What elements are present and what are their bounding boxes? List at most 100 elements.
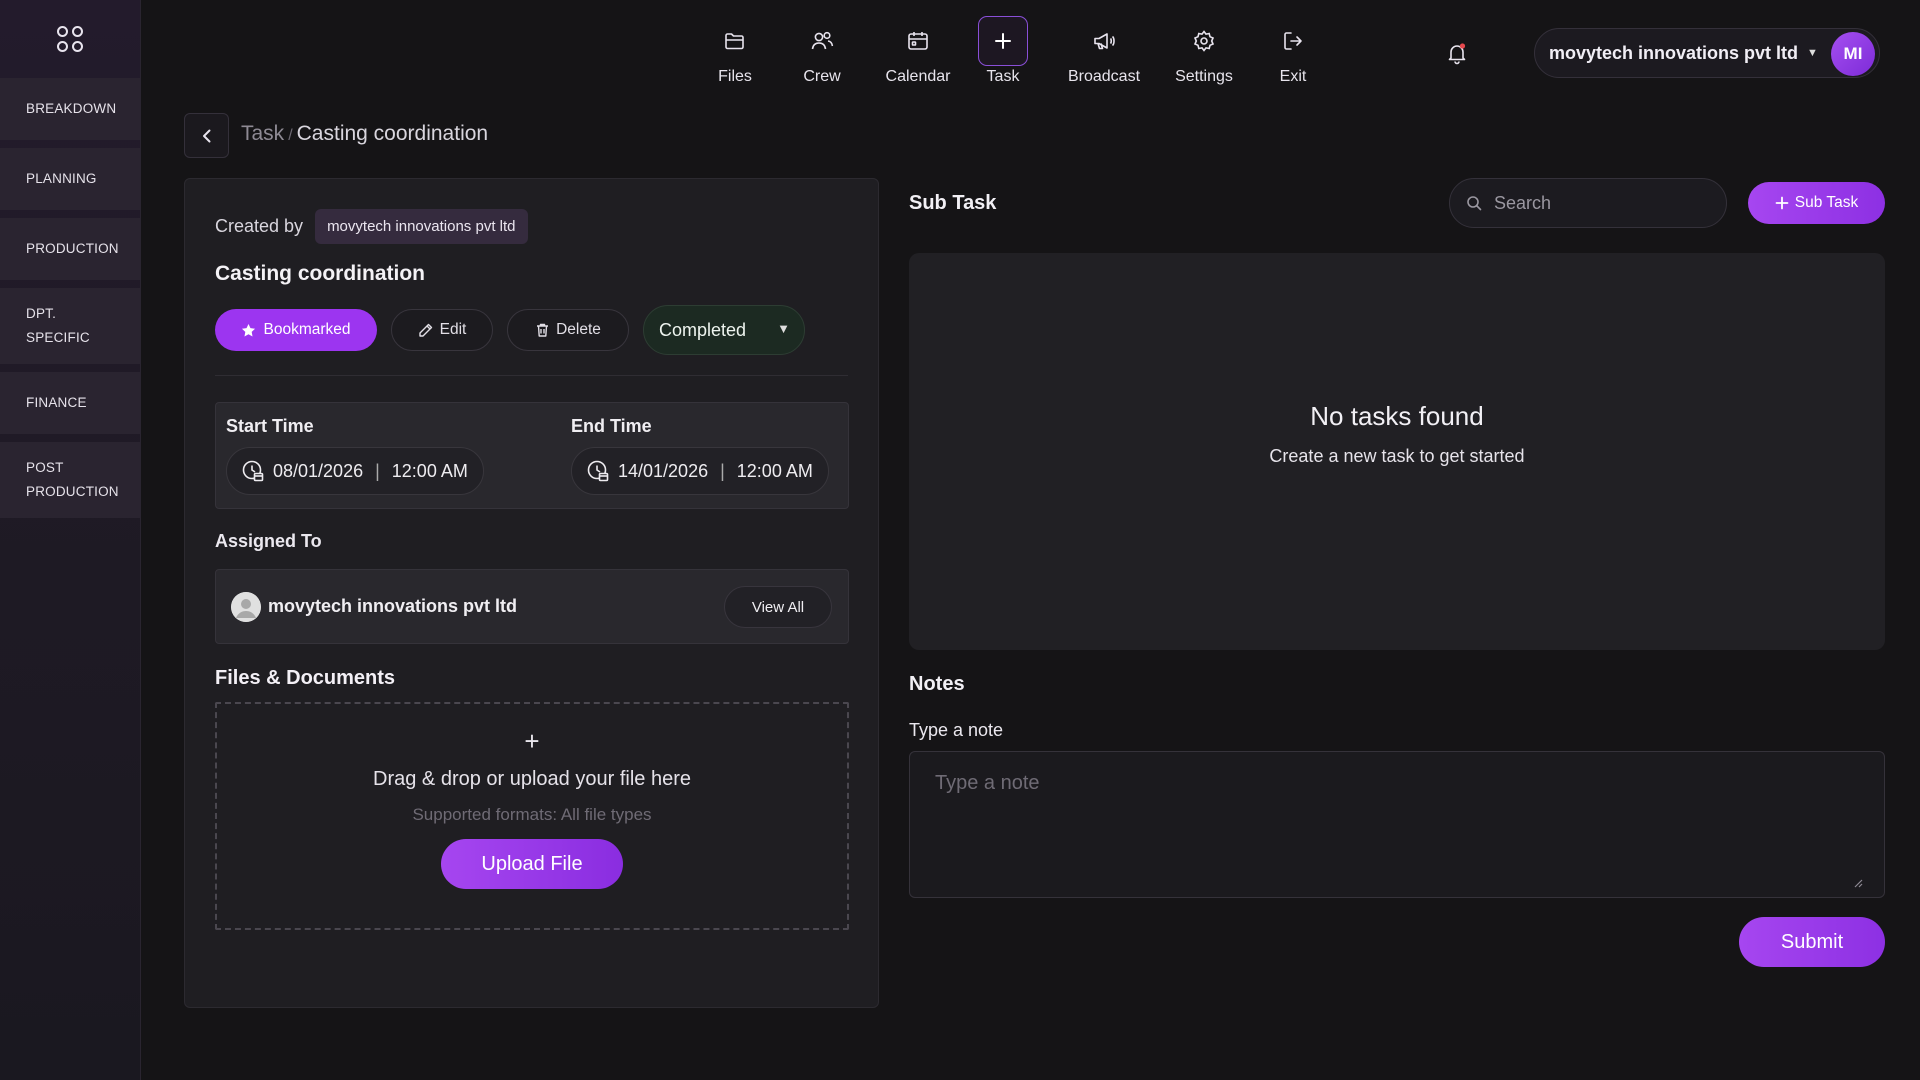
delete-button[interactable]: Delete — [507, 309, 629, 351]
exit-icon — [1268, 16, 1318, 66]
dropzone-subtitle: Supported formats: All file types — [412, 805, 652, 824]
nav-crew[interactable]: Crew — [787, 16, 857, 86]
resize-handle-icon[interactable] — [1851, 876, 1863, 888]
grid-apps-icon[interactable] — [56, 25, 84, 53]
clock-calendar-icon — [241, 459, 273, 483]
nav-label: Task — [986, 68, 1020, 85]
breadcrumb-separator: / — [288, 127, 293, 144]
gear-icon — [1179, 16, 1229, 66]
nav-files[interactable]: Files — [700, 16, 770, 86]
files-documents-label: Files & Documents — [215, 667, 396, 689]
dropzone-title: Drag & drop or upload your file here — [373, 768, 691, 790]
chevron-left-icon — [199, 128, 215, 144]
upload-file-button[interactable]: Upload File — [441, 839, 623, 889]
delete-label: Delete — [556, 321, 601, 338]
assignee-box: movytech innovations pvt ltd View All — [215, 569, 849, 644]
edit-label: Edit — [439, 321, 467, 338]
empty-state-title: No tasks found — [1310, 401, 1484, 431]
creator-chip: movytech innovations pvt ltd — [315, 209, 528, 244]
nav-settings[interactable]: Settings — [1169, 16, 1239, 86]
add-subtask-button[interactable]: Sub Task — [1748, 182, 1885, 224]
submit-button[interactable]: Submit — [1739, 917, 1885, 967]
nav-broadcast[interactable]: Broadcast — [1064, 16, 1144, 86]
crew-icon — [797, 16, 847, 66]
sidebar-item-post-production[interactable]: POST PRODUCTION — [0, 442, 140, 518]
sidebar-item-label: FINANCE — [26, 394, 87, 410]
end-time-label: End Time — [571, 416, 652, 436]
folder-icon — [710, 16, 760, 66]
notification-button[interactable] — [1442, 38, 1472, 68]
search-icon — [1466, 195, 1482, 211]
sidebar: BREAKDOWN PLANNING PRODUCTION DPT. SPECI… — [0, 0, 141, 1080]
pencil-icon — [418, 322, 434, 338]
task-detail-panel: Created by movytech innovations pvt ltd … — [184, 178, 879, 1008]
assignee-name: movytech innovations pvt ltd — [268, 596, 518, 616]
sidebar-item-label: BREAKDOWN — [26, 100, 117, 116]
end-clock: 12:00 AM — [736, 460, 813, 481]
calendar-icon — [893, 16, 943, 66]
megaphone-icon — [1079, 16, 1129, 66]
edit-button[interactable]: Edit — [391, 309, 493, 351]
sidebar-item-finance[interactable]: FINANCE — [0, 372, 140, 434]
avatar[interactable]: MI — [1831, 32, 1875, 76]
sidebar-logo[interactable] — [0, 0, 140, 78]
star-icon — [241, 323, 256, 338]
nav-label: Crew — [803, 68, 841, 85]
created-by-label: Created by — [215, 216, 304, 236]
breadcrumb-current: Casting coordination — [296, 122, 489, 145]
status-value: Completed — [659, 319, 747, 340]
notes-title: Notes — [909, 673, 965, 695]
file-dropzone[interactable]: + Drag & drop or upload your file here S… — [215, 702, 849, 930]
start-date: 08/01/2026 — [273, 460, 364, 481]
divider — [215, 375, 848, 376]
end-time-field[interactable]: 14/01/2026 | 12:00 AM — [571, 447, 829, 495]
chevron-down-icon: ▼ — [1807, 47, 1818, 59]
sidebar-item-label: DPT. SPECIFIC — [26, 305, 90, 345]
empty-state-subtitle: Create a new task to get started — [1269, 446, 1525, 466]
org-name: movytech innovations pvt ltd — [1549, 42, 1799, 63]
start-time-group: Start Time 08/01/2026 | 12:00 AM — [226, 416, 484, 495]
nav-calendar[interactable]: Calendar — [878, 16, 958, 86]
sidebar-item-planning[interactable]: PLANNING — [0, 148, 140, 210]
sidebar-item-label: PLANNING — [26, 170, 97, 186]
sidebar-item-breakdown[interactable]: BREAKDOWN — [0, 78, 140, 140]
breadcrumb: Task / Casting coordination — [241, 122, 488, 146]
clock-calendar-icon — [586, 459, 618, 483]
add-subtask-label: Sub Task — [1794, 194, 1859, 211]
nav-label: Broadcast — [1067, 68, 1141, 85]
caret-down-icon: ▼ — [777, 321, 790, 336]
nav-label: Files — [718, 68, 752, 85]
breadcrumb-parent[interactable]: Task — [241, 122, 284, 145]
sidebar-item-label: POST PRODUCTION — [26, 459, 119, 499]
subtask-search[interactable] — [1449, 178, 1727, 228]
search-input[interactable] — [1494, 192, 1694, 214]
assigned-to-label: Assigned To — [215, 531, 322, 551]
note-label: Type a note — [909, 720, 1004, 740]
top-nav: Files Crew Calendar Task Broadcast Setti… — [700, 16, 1323, 86]
nav-exit[interactable]: Exit — [1263, 16, 1323, 86]
task-title: Casting coordination — [215, 262, 425, 285]
org-switcher[interactable]: movytech innovations pvt ltd ▼ MI — [1534, 28, 1880, 78]
back-button[interactable] — [184, 113, 229, 158]
view-all-button[interactable]: View All — [724, 586, 832, 628]
separator: | — [375, 460, 380, 481]
start-clock: 12:00 AM — [391, 460, 468, 481]
plus-icon — [1775, 196, 1789, 210]
sidebar-item-dpt-specific[interactable]: DPT. SPECIFIC — [0, 288, 140, 364]
time-box: Start Time 08/01/2026 | 12:00 AM End Tim… — [215, 402, 849, 509]
bookmark-label: Bookmarked — [263, 321, 351, 338]
subtask-list: No tasks found Create a new task to get … — [909, 253, 1885, 650]
nav-task[interactable]: Task — [973, 16, 1033, 86]
created-by-row: Created by movytech innovations pvt ltd — [215, 209, 528, 244]
nav-label: Settings — [1175, 68, 1233, 85]
sidebar-item-production[interactable]: PRODUCTION — [0, 218, 140, 280]
note-textarea[interactable] — [909, 751, 1885, 898]
nav-label: Exit — [1279, 68, 1307, 85]
separator: | — [720, 460, 725, 481]
plus-icon: + — [524, 726, 540, 756]
bookmark-button[interactable]: Bookmarked — [215, 309, 377, 351]
task-actions: Bookmarked Edit Delete Completed ▼ — [215, 305, 805, 355]
subtask-title: Sub Task — [909, 192, 997, 214]
status-select[interactable]: Completed ▼ — [643, 305, 805, 355]
start-time-field[interactable]: 08/01/2026 | 12:00 AM — [226, 447, 484, 495]
